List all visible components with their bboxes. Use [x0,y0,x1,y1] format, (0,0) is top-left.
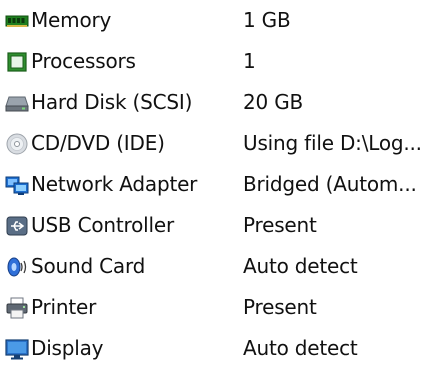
device-name: CD/DVD (IDE) [31,131,165,155]
device-name: USB Controller [31,213,174,237]
device-name: Display [31,336,104,360]
device-summary: 1 [243,49,256,73]
cd-dvd-icon [5,133,29,155]
device-name: Network Adapter [31,172,198,196]
device-summary: Auto detect [243,254,358,278]
display-icon [5,338,29,360]
printer-icon [5,297,29,319]
device-summary: Auto detect [243,336,358,360]
device-summary: Using file D:\Log... [243,131,422,155]
device-row-display[interactable]: Display Auto detect [0,328,441,369]
device-summary: 20 GB [243,90,304,114]
device-row-sound-card[interactable]: Sound Card Auto detect [0,246,441,287]
usb-controller-icon [5,215,29,237]
device-row-printer[interactable]: Printer Present [0,287,441,328]
memory-icon [5,10,29,32]
device-name: Processors [31,49,136,73]
device-summary: Present [243,295,317,319]
sound-card-icon [5,256,29,278]
device-name: Hard Disk (SCSI) [31,90,193,114]
device-row-hard-disk[interactable]: Hard Disk (SCSI) 20 GB [0,82,441,123]
device-row-memory[interactable]: Memory 1 GB [0,0,441,41]
hardware-device-list: Memory 1 GB Processors 1 Hard Disk (SCSI… [0,0,441,372]
device-name: Memory [31,8,112,32]
hard-disk-icon [5,92,29,114]
device-summary: 1 GB [243,8,291,32]
device-summary: Bridged (Autom... [243,172,417,196]
device-summary: Present [243,213,317,237]
processor-icon [5,51,29,73]
device-name: Sound Card [31,254,146,278]
network-adapter-icon [5,174,29,196]
device-row-usb-controller[interactable]: USB Controller Present [0,205,441,246]
device-row-cd-dvd[interactable]: CD/DVD (IDE) Using file D:\Log... [0,123,441,164]
device-row-processors[interactable]: Processors 1 [0,41,441,82]
device-row-network-adapter[interactable]: Network Adapter Bridged (Autom... [0,164,441,205]
device-name: Printer [31,295,97,319]
